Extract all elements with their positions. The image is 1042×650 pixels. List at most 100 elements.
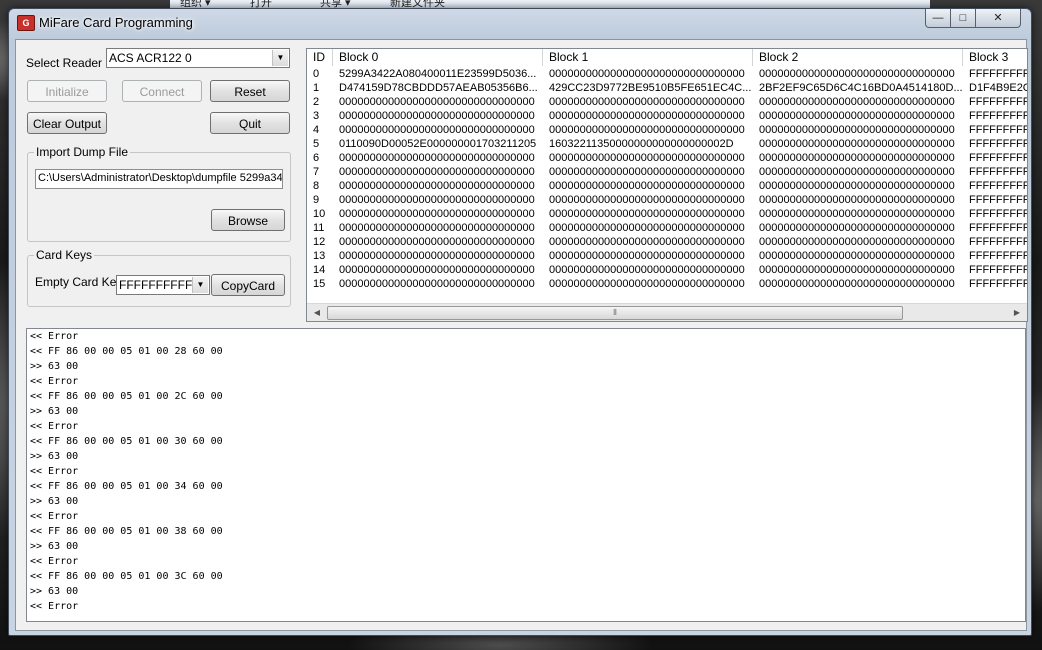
block-cell[interactable]: 00000000000000000000000000000000 <box>333 193 543 207</box>
block-cell[interactable]: 00000000000000000000000000000000 <box>753 207 963 221</box>
block-cell[interactable]: FFFFFFFFFFFF <box>963 277 1027 291</box>
table-row[interactable]: 12 00000000000000000000000000000000 000000… <box>307 235 1027 249</box>
column-header-block-0[interactable]: Block 0 <box>333 49 543 66</box>
table-row[interactable]: 6 00000000000000000000000000000000 0000000… <box>307 151 1027 165</box>
block-cell[interactable]: FFFFFFFFFFFF <box>963 123 1027 137</box>
block-cell[interactable]: 429CC23D9772BE9510B5FE651EC4C... <box>543 81 753 95</box>
row-id-cell[interactable]: 5 <box>307 137 333 151</box>
block-cell[interactable]: 00000000000000000000000000000000 <box>753 137 963 151</box>
empty-card-key-select[interactable]: FFFFFFFFFFFF ▼ <box>116 275 210 295</box>
table-row[interactable]: 1 D474159D78CBDDD57AEAB05356B6... 429CC23D… <box>307 81 1027 95</box>
block-cell[interactable]: FFFFFFFFFFFF <box>963 263 1027 277</box>
block-cell[interactable]: FFFFFFFFFFFF <box>963 109 1027 123</box>
block-cell[interactable]: 00000000000000000000000000000000 <box>753 193 963 207</box>
row-id-cell[interactable]: 1 <box>307 81 333 95</box>
dump-path-input[interactable]: C:\Users\Administrator\Desktop\dumpfile … <box>35 169 283 189</box>
block-cell[interactable]: 00000000000000000000000000000000 <box>543 67 753 81</box>
block-cell[interactable]: 00000000000000000000000000000000 <box>753 249 963 263</box>
block-cell[interactable]: 00000000000000000000000000000000 <box>333 109 543 123</box>
reset-button[interactable]: Reset <box>210 80 290 102</box>
block-cell[interactable]: 00000000000000000000000000000000 <box>333 249 543 263</box>
block-cell[interactable]: D1F4B9E2CE <box>963 81 1027 95</box>
table-row[interactable]: 14 00000000000000000000000000000000 000000… <box>307 263 1027 277</box>
column-header-block-3[interactable]: Block 3 <box>963 49 1027 66</box>
block-cell[interactable]: 00000000000000000000000000000000 <box>753 67 963 81</box>
block-cell[interactable]: 00000000000000000000000000000000 <box>753 277 963 291</box>
block-data-grid[interactable]: ID Block 0 Block 1 Block 2 Block 3 0 5299… <box>306 48 1028 322</box>
block-cell[interactable]: 00000000000000000000000000000000 <box>333 207 543 221</box>
row-id-cell[interactable]: 15 <box>307 277 333 291</box>
block-cell[interactable]: 00000000000000000000000000000000 <box>333 151 543 165</box>
table-row[interactable]: 8 00000000000000000000000000000000 0000000… <box>307 179 1027 193</box>
table-row[interactable]: 2 00000000000000000000000000000000 0000000… <box>307 95 1027 109</box>
block-cell[interactable]: 00000000000000000000000000000000 <box>333 179 543 193</box>
row-id-cell[interactable]: 14 <box>307 263 333 277</box>
block-cell[interactable]: 16032211350000000000000000002D <box>543 137 753 151</box>
block-cell[interactable]: FFFFFFFFFFFF <box>963 221 1027 235</box>
block-cell[interactable]: FFFFFFFFFFFF <box>963 249 1027 263</box>
block-cell[interactable]: 00000000000000000000000000000000 <box>543 235 753 249</box>
row-id-cell[interactable]: 11 <box>307 221 333 235</box>
block-cell[interactable]: FFFFFFFFFFFF <box>963 235 1027 249</box>
copycard-button[interactable]: CopyCard <box>211 274 285 296</box>
block-cell[interactable]: 00000000000000000000000000000000 <box>753 263 963 277</box>
row-id-cell[interactable]: 8 <box>307 179 333 193</box>
block-cell[interactable]: FFFFFFFFFFFF <box>963 179 1027 193</box>
block-cell[interactable]: FFFFFFFFFFFF <box>963 193 1027 207</box>
block-cell[interactable]: 00000000000000000000000000000000 <box>753 221 963 235</box>
browse-button[interactable]: Browse <box>211 209 285 231</box>
minimize-button[interactable]: — <box>925 9 951 28</box>
block-cell[interactable]: FFFFFFFFFFFF <box>963 137 1027 151</box>
block-cell[interactable]: FFFFFFFFFFFF <box>963 165 1027 179</box>
close-button[interactable]: ✕ <box>975 9 1021 28</box>
table-row[interactable]: 3 00000000000000000000000000000000 0000000… <box>307 109 1027 123</box>
block-cell[interactable]: FFFFFFFFFFFF <box>963 151 1027 165</box>
block-cell[interactable]: 00000000000000000000000000000000 <box>753 179 963 193</box>
block-cell[interactable]: 2BF2EF9C65D6C4C16BD0A4514180D... <box>753 81 963 95</box>
row-id-cell[interactable]: 4 <box>307 123 333 137</box>
table-row[interactable]: 9 00000000000000000000000000000000 0000000… <box>307 193 1027 207</box>
block-cell[interactable]: FFFFFFFFFFFF <box>963 95 1027 109</box>
block-cell[interactable]: 00000000000000000000000000000000 <box>333 235 543 249</box>
row-id-cell[interactable]: 9 <box>307 193 333 207</box>
chevron-down-icon[interactable]: ▼ <box>192 277 208 293</box>
block-cell[interactable]: 00000000000000000000000000000000 <box>753 151 963 165</box>
block-cell[interactable]: FFFFFFFFFFFF <box>963 207 1027 221</box>
block-cell[interactable]: 00000000000000000000000000000000 <box>543 95 753 109</box>
table-row[interactable]: 11 00000000000000000000000000000000 000000… <box>307 221 1027 235</box>
block-cell[interactable]: FFFFFFFFFFFF <box>963 67 1027 81</box>
row-id-cell[interactable]: 3 <box>307 109 333 123</box>
table-row[interactable]: 15 00000000000000000000000000000000 000000… <box>307 277 1027 291</box>
row-id-cell[interactable]: 13 <box>307 249 333 263</box>
block-cell[interactable]: 00000000000000000000000000000000 <box>333 221 543 235</box>
block-cell[interactable]: 0110090D00052E000000001703211205 <box>333 137 543 151</box>
clear-output-button[interactable]: Clear Output <box>27 112 107 134</box>
block-cell[interactable]: 00000000000000000000000000000000 <box>333 165 543 179</box>
table-row[interactable]: 5 0110090D00052E000000001703211205 1603221… <box>307 137 1027 151</box>
block-cell[interactable]: 00000000000000000000000000000000 <box>543 151 753 165</box>
block-cell[interactable]: 00000000000000000000000000000000 <box>753 123 963 137</box>
table-row[interactable]: 10 00000000000000000000000000000000 000000… <box>307 207 1027 221</box>
block-cell[interactable]: 00000000000000000000000000000000 <box>333 95 543 109</box>
row-id-cell[interactable]: 6 <box>307 151 333 165</box>
scroll-thumb[interactable]: ⦀ <box>327 306 903 320</box>
table-row[interactable]: 13 00000000000000000000000000000000 000000… <box>307 249 1027 263</box>
block-cell[interactable]: 00000000000000000000000000000000 <box>543 165 753 179</box>
horizontal-scrollbar[interactable]: ◀ ⦀ ▶ <box>307 303 1027 321</box>
block-cell[interactable]: 00000000000000000000000000000000 <box>543 207 753 221</box>
block-cell[interactable]: 00000000000000000000000000000000 <box>333 277 543 291</box>
maximize-button[interactable]: □ <box>950 9 976 28</box>
block-cell[interactable]: 00000000000000000000000000000000 <box>543 263 753 277</box>
title-bar[interactable]: G MiFare Card Programming — □ ✕ <box>9 9 1031 37</box>
quit-button[interactable]: Quit <box>210 112 290 134</box>
chevron-down-icon[interactable]: ▼ <box>272 50 288 66</box>
block-cell[interactable]: 00000000000000000000000000000000 <box>543 277 753 291</box>
reader-select[interactable]: ACS ACR122 0 ▼ <box>106 48 290 68</box>
block-cell[interactable]: 00000000000000000000000000000000 <box>753 165 963 179</box>
column-header-block-2[interactable]: Block 2 <box>753 49 963 66</box>
block-cell[interactable]: 00000000000000000000000000000000 <box>753 235 963 249</box>
row-id-cell[interactable]: 0 <box>307 67 333 81</box>
block-cell[interactable]: 00000000000000000000000000000000 <box>333 263 543 277</box>
block-cell[interactable]: 00000000000000000000000000000000 <box>543 193 753 207</box>
initialize-button[interactable]: Initialize <box>27 80 107 102</box>
